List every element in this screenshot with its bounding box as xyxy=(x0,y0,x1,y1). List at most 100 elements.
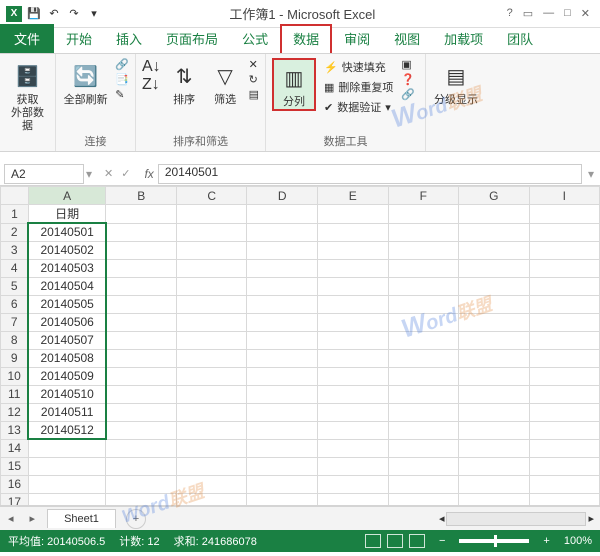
cell[interactable] xyxy=(247,205,318,224)
tab-formulas[interactable]: 公式 xyxy=(230,25,280,53)
refresh-all-button[interactable]: 🔄 全部刷新 xyxy=(62,58,109,107)
sort-desc-icon[interactable]: Z↓ xyxy=(142,76,161,94)
advanced-icon[interactable]: ▤ xyxy=(249,88,259,101)
cell[interactable]: 20140506 xyxy=(28,313,106,331)
sheet-nav-prev-icon[interactable]: ◂ xyxy=(0,512,22,525)
view-buttons[interactable] xyxy=(365,534,425,548)
cell[interactable] xyxy=(459,205,530,224)
cell[interactable] xyxy=(318,403,389,421)
cell[interactable]: 20140512 xyxy=(28,421,106,439)
col-header-B[interactable]: B xyxy=(106,187,177,205)
cell[interactable] xyxy=(28,457,106,475)
grid[interactable]: A B C D E F G I 1日期220140501320140502420… xyxy=(0,186,600,506)
sheet-nav-next-icon[interactable]: ▸ xyxy=(22,512,44,525)
cell[interactable]: 20140501 xyxy=(28,223,106,241)
properties-icon[interactable]: 📑 xyxy=(115,73,129,86)
cell[interactable] xyxy=(318,259,389,277)
col-header-F[interactable]: F xyxy=(388,187,458,205)
cell[interactable] xyxy=(388,277,458,295)
cell[interactable] xyxy=(106,259,177,277)
cell[interactable] xyxy=(459,493,530,506)
cell[interactable] xyxy=(529,205,599,224)
get-external-data-button[interactable]: 🗄️ 获取 外部数据 xyxy=(6,58,49,133)
edit-links-icon[interactable]: ✎ xyxy=(115,88,129,101)
qat-dropdown-icon[interactable]: ▾ xyxy=(86,6,102,22)
cell[interactable] xyxy=(388,313,458,331)
save-icon[interactable]: 💾 xyxy=(26,6,42,22)
cell[interactable] xyxy=(106,277,177,295)
cell[interactable] xyxy=(459,277,530,295)
cell[interactable] xyxy=(388,457,458,475)
cell[interactable] xyxy=(529,403,599,421)
undo-icon[interactable]: ↶ xyxy=(46,6,62,22)
zoom-slider[interactable] xyxy=(459,539,529,543)
row-header[interactable]: 3 xyxy=(1,241,29,259)
namebox-dropdown-icon[interactable]: ▾ xyxy=(84,167,94,181)
col-header-E[interactable]: E xyxy=(318,187,389,205)
cell[interactable] xyxy=(459,457,530,475)
col-header-G[interactable]: G xyxy=(459,187,530,205)
zoom-out-icon[interactable]: − xyxy=(439,535,445,547)
cell[interactable] xyxy=(529,457,599,475)
cell[interactable] xyxy=(176,205,247,224)
cell[interactable] xyxy=(106,439,177,457)
cell[interactable] xyxy=(106,349,177,367)
cell[interactable] xyxy=(318,277,389,295)
cell[interactable] xyxy=(388,421,458,439)
minimize-icon[interactable]: — xyxy=(543,7,554,20)
tab-layout[interactable]: 页面布局 xyxy=(154,25,230,53)
cell[interactable] xyxy=(388,241,458,259)
cell[interactable] xyxy=(459,295,530,313)
cell[interactable] xyxy=(318,367,389,385)
cell[interactable] xyxy=(459,475,530,493)
cell[interactable] xyxy=(388,349,458,367)
cell[interactable] xyxy=(318,385,389,403)
clear-filter-icon[interactable]: ✕ xyxy=(249,58,259,71)
cell[interactable] xyxy=(247,277,318,295)
cell[interactable] xyxy=(529,241,599,259)
cell[interactable] xyxy=(459,223,530,241)
sheet-tab[interactable]: Sheet1 xyxy=(47,509,116,528)
cell[interactable] xyxy=(459,259,530,277)
cell[interactable] xyxy=(247,259,318,277)
cell[interactable] xyxy=(176,385,247,403)
close-icon[interactable]: ✕ xyxy=(581,7,590,20)
cell[interactable] xyxy=(459,241,530,259)
row-header[interactable]: 17 xyxy=(1,493,29,506)
cell[interactable] xyxy=(176,439,247,457)
cell[interactable] xyxy=(318,457,389,475)
relationships-icon[interactable]: 🔗 xyxy=(401,88,415,101)
cell[interactable] xyxy=(176,403,247,421)
row-header[interactable]: 13 xyxy=(1,421,29,439)
cell[interactable] xyxy=(388,385,458,403)
cell[interactable]: 20140504 xyxy=(28,277,106,295)
cell[interactable] xyxy=(176,241,247,259)
cell[interactable] xyxy=(388,259,458,277)
cell[interactable] xyxy=(106,367,177,385)
cell[interactable] xyxy=(318,241,389,259)
reapply-icon[interactable]: ↻ xyxy=(249,73,259,86)
cell[interactable] xyxy=(529,385,599,403)
cell[interactable] xyxy=(388,331,458,349)
text-to-columns-button[interactable]: ▥ 分列 xyxy=(272,58,316,111)
cell[interactable] xyxy=(318,223,389,241)
cell[interactable]: 日期 xyxy=(28,205,106,224)
cell[interactable] xyxy=(106,385,177,403)
tab-team[interactable]: 团队 xyxy=(495,25,545,53)
cell[interactable] xyxy=(28,475,106,493)
row-header[interactable]: 8 xyxy=(1,331,29,349)
cell[interactable] xyxy=(459,421,530,439)
cell[interactable] xyxy=(388,403,458,421)
cell[interactable] xyxy=(318,439,389,457)
name-box[interactable]: A2 xyxy=(4,164,84,184)
cell[interactable] xyxy=(176,331,247,349)
row-header[interactable]: 10 xyxy=(1,367,29,385)
fx-icon[interactable]: fx xyxy=(140,167,157,181)
cell[interactable] xyxy=(247,421,318,439)
cell[interactable] xyxy=(106,493,177,506)
cell[interactable]: 20140503 xyxy=(28,259,106,277)
cell[interactable] xyxy=(176,223,247,241)
col-header-D[interactable]: D xyxy=(247,187,318,205)
cell[interactable] xyxy=(388,475,458,493)
cell[interactable]: 20140508 xyxy=(28,349,106,367)
